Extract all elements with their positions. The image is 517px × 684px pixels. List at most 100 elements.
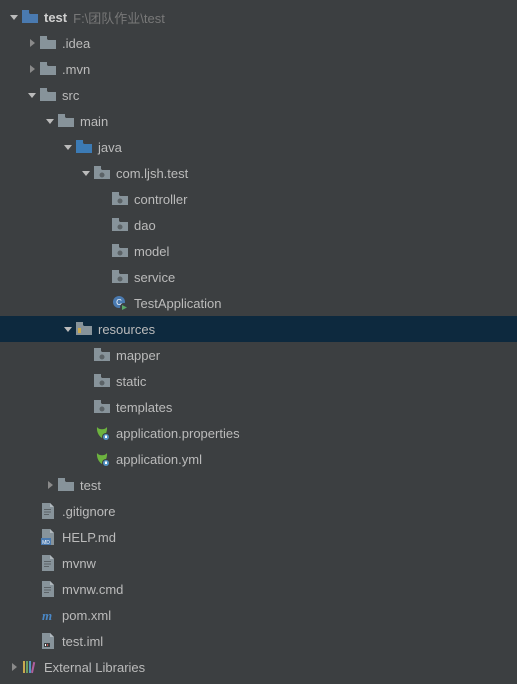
- tree-item-label: External Libraries: [44, 660, 145, 675]
- chevron-right-icon[interactable]: [8, 661, 20, 673]
- tree-item[interactable]: controller: [0, 186, 517, 212]
- tree-item-label: templates: [116, 400, 172, 415]
- arrow-spacer: [80, 427, 92, 439]
- tree-item-label: mapper: [116, 348, 160, 363]
- folder-icon: [58, 113, 74, 129]
- chevron-down-icon[interactable]: [26, 89, 38, 101]
- chevron-right-icon[interactable]: [26, 37, 38, 49]
- tree-item[interactable]: src: [0, 82, 517, 108]
- arrow-spacer: [98, 219, 110, 231]
- folder-resource-icon: [76, 321, 92, 337]
- tree-item[interactable]: templates: [0, 394, 517, 420]
- tree-item[interactable]: .idea: [0, 30, 517, 56]
- file-maven-icon: m: [40, 607, 56, 623]
- tree-item[interactable]: test F:\团队作业\test: [0, 4, 517, 30]
- tree-item-path: F:\团队作业\test: [73, 8, 165, 27]
- tree-item-label: resources: [98, 322, 155, 337]
- file-icon: [40, 581, 56, 597]
- tree-item-label: model: [134, 244, 169, 259]
- arrow-spacer: [26, 609, 38, 621]
- chevron-down-icon[interactable]: [80, 167, 92, 179]
- file-icon: [40, 503, 56, 519]
- tree-item-label: controller: [134, 192, 187, 207]
- tree-item-label: mvnw.cmd: [62, 582, 123, 597]
- arrow-spacer: [98, 271, 110, 283]
- tree-item[interactable]: MD HELP.md: [0, 524, 517, 550]
- arrow-spacer: [26, 505, 38, 517]
- tree-item-label: dao: [134, 218, 156, 233]
- tree-item[interactable]: dao: [0, 212, 517, 238]
- package-icon: [94, 347, 110, 363]
- folder-icon: [40, 35, 56, 51]
- tree-item[interactable]: application.properties: [0, 420, 517, 446]
- folder-icon: [40, 61, 56, 77]
- tree-item-label: pom.xml: [62, 608, 111, 623]
- tree-item[interactable]: test.iml: [0, 628, 517, 654]
- tree-item-label: src: [62, 88, 79, 103]
- tree-item-label: java: [98, 140, 122, 155]
- arrow-spacer: [26, 531, 38, 543]
- spring-prop-icon: [94, 425, 110, 441]
- folder-icon: [40, 87, 56, 103]
- package-icon: [112, 269, 128, 285]
- tree-item[interactable]: test: [0, 472, 517, 498]
- tree-item-label: test: [44, 10, 67, 25]
- tree-item[interactable]: java: [0, 134, 517, 160]
- tree-item-label: TestApplication: [134, 296, 221, 311]
- tree-item-label: .gitignore: [62, 504, 115, 519]
- arrow-spacer: [26, 557, 38, 569]
- arrow-spacer: [26, 635, 38, 647]
- package-icon: [94, 165, 110, 181]
- tree-item[interactable]: .mvn: [0, 56, 517, 82]
- chevron-down-icon[interactable]: [62, 323, 74, 335]
- library-icon: [22, 659, 38, 675]
- tree-item-label: .idea: [62, 36, 90, 51]
- tree-item[interactable]: resources: [0, 316, 517, 342]
- package-icon: [112, 243, 128, 259]
- tree-item[interactable]: External Libraries: [0, 654, 517, 680]
- chevron-right-icon[interactable]: [26, 63, 38, 75]
- chevron-down-icon[interactable]: [44, 115, 56, 127]
- tree-item[interactable]: application.yml: [0, 446, 517, 472]
- file-md-icon: MD: [40, 529, 56, 545]
- arrow-spacer: [80, 349, 92, 361]
- tree-item[interactable]: .gitignore: [0, 498, 517, 524]
- tree-item-label: .mvn: [62, 62, 90, 77]
- arrow-spacer: [80, 453, 92, 465]
- file-idea-icon: [40, 633, 56, 649]
- tree-item-label: test: [80, 478, 101, 493]
- tree-item[interactable]: service: [0, 264, 517, 290]
- tree-item-label: test.iml: [62, 634, 103, 649]
- tree-item-label: service: [134, 270, 175, 285]
- package-icon: [112, 191, 128, 207]
- tree-item-label: com.ljsh.test: [116, 166, 188, 181]
- chevron-down-icon[interactable]: [8, 11, 20, 23]
- tree-item[interactable]: main: [0, 108, 517, 134]
- class-run-icon: C: [112, 295, 128, 311]
- folder-icon: [58, 477, 74, 493]
- package-icon: [94, 399, 110, 415]
- tree-item[interactable]: static: [0, 368, 517, 394]
- project-tree: test F:\团队作业\test .idea .mvn srcmain java com.…: [0, 0, 517, 680]
- tree-item-label: application.properties: [116, 426, 240, 441]
- tree-item[interactable]: com.ljsh.test: [0, 160, 517, 186]
- file-icon: [40, 555, 56, 571]
- tree-item[interactable]: C TestApplication: [0, 290, 517, 316]
- tree-item-label: main: [80, 114, 108, 129]
- tree-item-label: HELP.md: [62, 530, 116, 545]
- tree-item-label: static: [116, 374, 146, 389]
- chevron-right-icon[interactable]: [44, 479, 56, 491]
- arrow-spacer: [80, 401, 92, 413]
- tree-item[interactable]: mapper: [0, 342, 517, 368]
- spring-prop-icon: [94, 451, 110, 467]
- tree-item[interactable]: m pom.xml: [0, 602, 517, 628]
- arrow-spacer: [98, 193, 110, 205]
- chevron-down-icon[interactable]: [62, 141, 74, 153]
- arrow-spacer: [26, 583, 38, 595]
- tree-item[interactable]: model: [0, 238, 517, 264]
- svg-text:m: m: [42, 608, 52, 623]
- tree-item[interactable]: mvnw.cmd: [0, 576, 517, 602]
- package-icon: [112, 217, 128, 233]
- tree-item-label: application.yml: [116, 452, 202, 467]
- tree-item[interactable]: mvnw: [0, 550, 517, 576]
